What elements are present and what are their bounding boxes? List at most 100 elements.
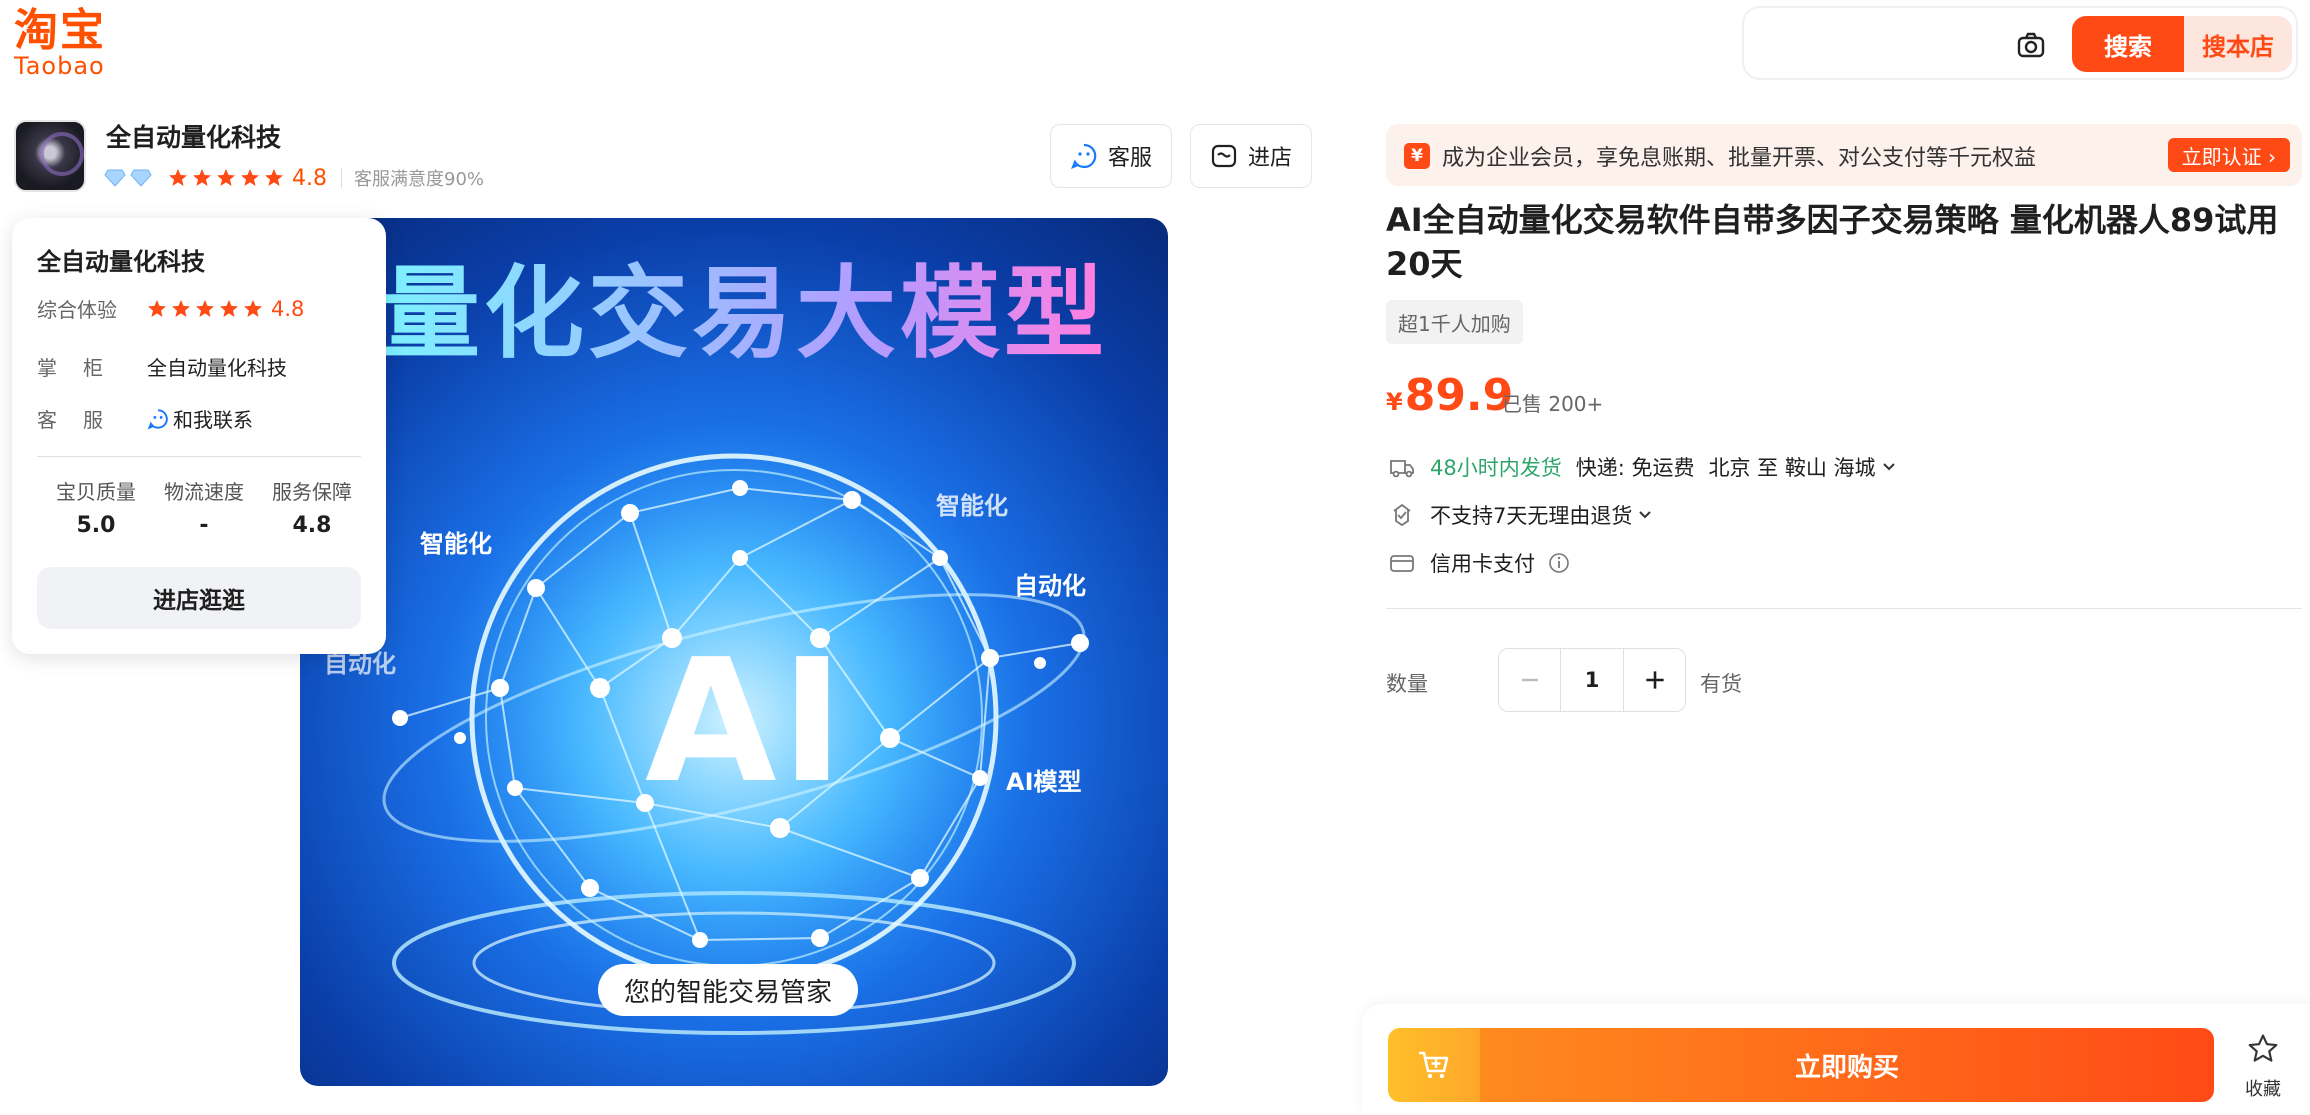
shop-meta: 4.8 客服满意度90% <box>104 163 484 193</box>
add-to-cart-button[interactable] <box>1388 1028 1480 1102</box>
camera-icon[interactable] <box>2016 30 2046 60</box>
payment-row: 信用卡支付 <box>1388 548 1571 578</box>
verify-now-button[interactable]: 立即认证 › <box>2167 138 2290 172</box>
cart-plus-icon <box>1419 1051 1449 1079</box>
divider <box>341 168 342 188</box>
overall-rating-row: 综合体验 4.8 <box>37 294 304 323</box>
search-button[interactable]: 搜索 <box>2072 16 2184 72</box>
buy-now-button[interactable]: 立即购买 <box>1480 1028 2214 1102</box>
sold-count: 已售 200+ <box>1502 392 1604 416</box>
card-overall-rating: 4.8 <box>271 296 305 321</box>
promo-text: 成为企业会员，享免息账期、批量开票、对公支付等千元权益 <box>1442 146 2037 171</box>
search-input[interactable] <box>1760 22 2000 66</box>
ship-time: 48小时内发货 <box>1430 456 1562 480</box>
hero-tag: 智能化 <box>936 492 1008 520</box>
increase-button[interactable] <box>1623 649 1685 711</box>
enter-shop-button[interactable]: 进店 <box>1190 124 1312 188</box>
shipping-fee: 快递: 免运费 <box>1575 456 1695 480</box>
ship-route[interactable]: 北京 至 鞍山 海城 <box>1709 452 1876 482</box>
service-satisfaction: 客服满意度90% <box>354 169 485 190</box>
shop-avatar[interactable] <box>14 120 86 192</box>
shop-info-card: 全自动量化科技 综合体验 4.8 掌柜 全自动量化科技 客服 和我联系 宝贝质量… <box>12 218 386 654</box>
star-icon <box>196 299 214 317</box>
owner-label: 掌柜 <box>37 356 129 380</box>
enterprise-promo-banner: ¥ 成为企业会员，享免息账期、批量开票、对公支付等千元权益 立即认证 › <box>1386 124 2302 186</box>
star-icon <box>148 299 166 317</box>
star-icon <box>172 299 190 317</box>
delivery-row: 48小时内发货 快递: 免运费 北京 至 鞍山 海城 <box>1388 452 1898 482</box>
owner-row: 掌柜 全自动量化科技 <box>37 352 287 381</box>
cart-count-badge: 超1千人加购 <box>1386 300 1523 344</box>
chevron-down-icon[interactable] <box>1880 458 1898 476</box>
price-value: 89.9 <box>1404 370 1514 421</box>
metric-item-logistics: 物流速度 - <box>150 476 258 538</box>
rating-stars <box>168 168 288 188</box>
service-smiley-icon <box>147 408 168 429</box>
product-title: AI全自动量化交易软件自带多因子交易策略 量化机器人89试用20天 <box>1386 201 2279 283</box>
star-icon <box>241 169 259 186</box>
truck-icon <box>1390 460 1414 478</box>
diamond-icon <box>104 169 126 187</box>
metric-value: - <box>199 513 209 538</box>
logo-en: Taobao <box>14 52 105 80</box>
card-rating-stars <box>147 299 267 319</box>
shop-rating: 4.8 <box>292 165 327 191</box>
stock-status: 有货 <box>1700 672 1742 696</box>
plus-icon <box>1645 671 1664 689</box>
divider <box>37 456 361 457</box>
contact-link[interactable]: 和我联系 <box>173 404 253 433</box>
service-label: 客服 <box>37 408 129 432</box>
minus-icon <box>1521 678 1538 682</box>
star-icon <box>265 169 283 186</box>
star-icon <box>193 169 211 186</box>
divider <box>1386 608 2302 609</box>
info-icon[interactable] <box>1547 551 1571 575</box>
quantity-stepper: 1 <box>1498 648 1686 712</box>
hero-ai-text: AI <box>645 623 848 821</box>
returns-text[interactable]: 不支持7天无理由退货 <box>1430 500 1632 530</box>
star-outline-icon <box>2248 1034 2278 1062</box>
product-price: ¥ 89.9 <box>1386 370 1513 421</box>
star-icon <box>217 169 235 186</box>
card-shop-name: 全自动量化科技 <box>37 248 205 276</box>
shop-search-button[interactable]: 搜本店 <box>2184 16 2292 72</box>
hero-tag: AI模型 <box>1006 768 1082 796</box>
hero-slogan: 您的智能交易管家 <box>598 964 859 1016</box>
visit-shop-button[interactable]: 进店逛逛 <box>37 567 361 629</box>
shop-icon <box>1211 144 1237 168</box>
favorite-label: 收藏 <box>2245 1079 2281 1100</box>
hero-tag: 智能化 <box>420 530 492 558</box>
metric-value: 5.0 <box>76 513 116 538</box>
quantity-input[interactable]: 1 <box>1561 649 1623 711</box>
returns-row: 不支持7天无理由退货 <box>1388 500 1654 530</box>
product-main-image[interactable]: 量化交易大模型 AI 智能化 智能化 自动化 自动化 AI模型 您的智能交易管家 <box>300 218 1168 1086</box>
shop-name[interactable]: 全自动量化科技 <box>106 118 281 154</box>
metric-label: 物流速度 <box>164 480 244 504</box>
hero-tag: 自动化 <box>1014 572 1086 600</box>
metric-item-service: 服务保障 4.8 <box>258 476 366 538</box>
decrease-button[interactable] <box>1499 649 1561 711</box>
currency-symbol: ¥ <box>1386 388 1403 416</box>
metric-value: 4.8 <box>292 513 332 538</box>
metric-label: 宝贝质量 <box>56 480 136 504</box>
star-icon <box>244 299 262 317</box>
diamond-icon <box>130 169 152 187</box>
owner-value: 全自动量化科技 <box>147 356 287 380</box>
search-bar: 搜索 搜本店 <box>1742 6 2298 80</box>
credit-card-icon <box>1390 555 1414 572</box>
favorite-button[interactable]: 收藏 <box>2238 1032 2288 1101</box>
chevron-down-icon[interactable] <box>1636 506 1654 524</box>
star-icon <box>169 169 187 186</box>
taobao-logo[interactable]: 淘宝 Taobao <box>14 5 124 80</box>
overall-label: 综合体验 <box>37 298 117 322</box>
logo-cn: 淘宝 <box>14 5 106 56</box>
customer-service-label: 客服 <box>1107 146 1152 171</box>
hero-title: 量化交易大模型 <box>380 232 1168 377</box>
star-icon <box>220 299 238 317</box>
metric-label: 服务保障 <box>272 480 352 504</box>
metric-item-quality: 宝贝质量 5.0 <box>42 476 150 538</box>
service-row: 客服 和我联系 <box>37 404 253 433</box>
customer-service-button[interactable]: 客服 <box>1050 124 1172 188</box>
enter-shop-label: 进店 <box>1247 146 1292 171</box>
yuan-icon: ¥ <box>1404 143 1430 169</box>
